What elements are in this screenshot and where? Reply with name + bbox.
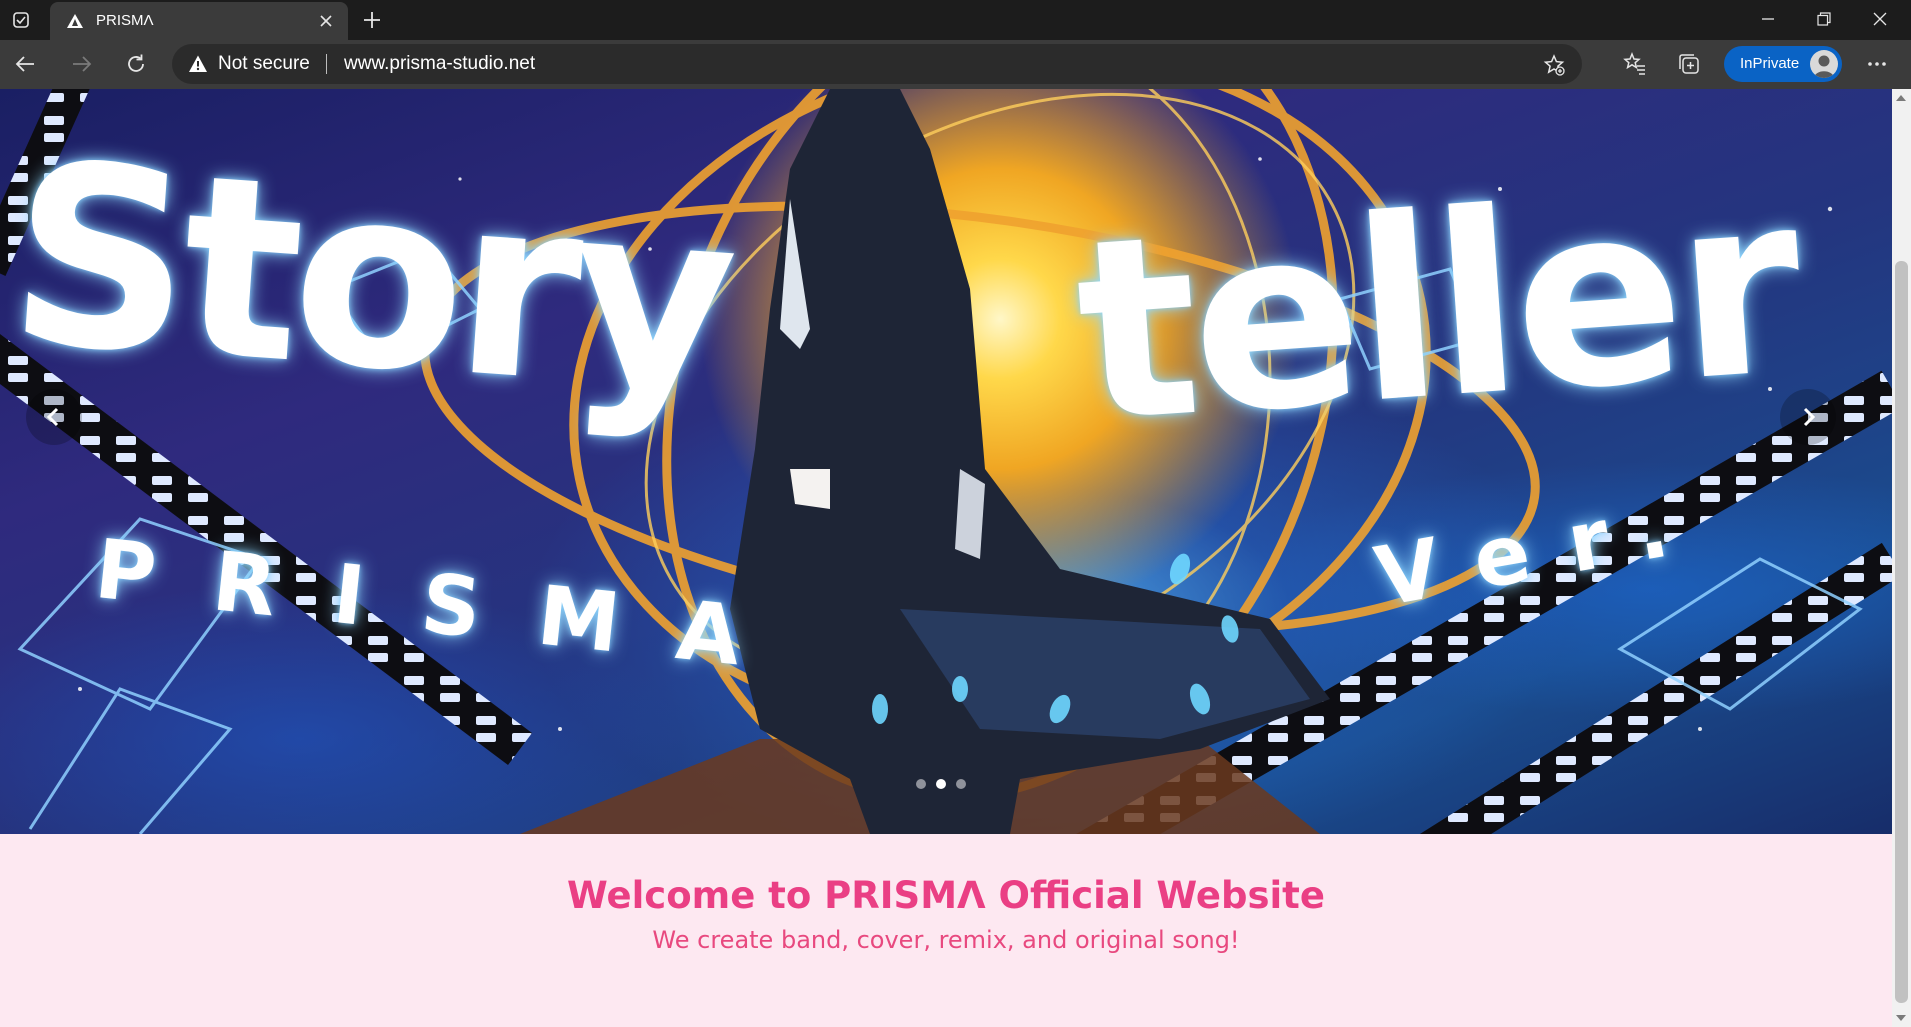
- tab-actions-icon[interactable]: [8, 8, 34, 32]
- welcome-section: Welcome to PRISMΛ Official Website We cr…: [0, 834, 1892, 1027]
- tab-strip: PRISMΛ: [0, 0, 1911, 40]
- carousel-prev-button[interactable]: [26, 389, 82, 445]
- scroll-down-icon[interactable]: [1896, 1015, 1906, 1021]
- refresh-button[interactable]: [119, 47, 153, 81]
- url-text[interactable]: www.prisma-studio.net: [344, 53, 535, 75]
- welcome-subtitle: We create band, cover, remix, and origin…: [652, 926, 1240, 954]
- address-bar[interactable]: Not secure www.prisma-studio.net: [172, 44, 1582, 84]
- close-tab-icon[interactable]: [316, 11, 336, 31]
- back-arrow-icon: [15, 56, 34, 72]
- close-icon: [1873, 12, 1887, 26]
- restore-button[interactable]: [1796, 0, 1852, 38]
- hero-headline-story: Story: [1, 108, 738, 449]
- carousel-dot[interactable]: [956, 779, 966, 789]
- forward-arrow-icon: [73, 56, 92, 72]
- restore-icon: [1817, 12, 1831, 26]
- more-icon[interactable]: [1864, 51, 1890, 77]
- page-viewport: Story teller PRISMA Ver. Welcome to PRIS…: [0, 89, 1892, 1027]
- carousel-dot-active[interactable]: [936, 779, 946, 789]
- chevron-left-icon: [46, 407, 59, 427]
- inprivate-label: InPrivate: [1740, 55, 1800, 72]
- hero-carousel: Story teller PRISMA Ver.: [0, 89, 1892, 834]
- avatar: [1810, 50, 1838, 78]
- favorites-icon[interactable]: [1622, 51, 1648, 77]
- scrollbar-thumb[interactable]: [1895, 261, 1908, 1003]
- refresh-icon: [128, 54, 144, 72]
- minimize-icon: [1762, 18, 1774, 20]
- carousel-indicators: [916, 779, 966, 789]
- tab-title: PRISMΛ: [96, 12, 154, 29]
- inprivate-button[interactable]: InPrivate: [1724, 46, 1842, 82]
- hero-headline-teller: teller: [1068, 138, 1805, 479]
- star-add-icon[interactable]: [1542, 53, 1566, 77]
- scroll-up-icon[interactable]: [1896, 95, 1906, 101]
- address-separator: [326, 54, 327, 74]
- carousel-next-button[interactable]: [1780, 389, 1836, 445]
- prisma-triangle-icon: [67, 14, 83, 28]
- forward-button[interactable]: [64, 47, 98, 81]
- browser-toolbar: Not secure www.prisma-studio.net InPriva…: [0, 40, 1911, 89]
- page-scrollbar[interactable]: [1892, 89, 1911, 1027]
- security-label[interactable]: Not secure: [218, 53, 310, 75]
- minimize-button[interactable]: [1740, 0, 1796, 38]
- browser-tab[interactable]: PRISMΛ: [50, 2, 348, 40]
- collections-icon[interactable]: [1676, 51, 1702, 77]
- chevron-right-icon: [1803, 407, 1816, 427]
- plus-icon[interactable]: [360, 8, 384, 32]
- back-button[interactable]: [9, 47, 43, 81]
- carousel-dot[interactable]: [916, 779, 926, 789]
- warning-icon[interactable]: [188, 54, 208, 74]
- welcome-title: Welcome to PRISMΛ Official Website: [567, 874, 1325, 917]
- close-window-button[interactable]: [1852, 0, 1908, 38]
